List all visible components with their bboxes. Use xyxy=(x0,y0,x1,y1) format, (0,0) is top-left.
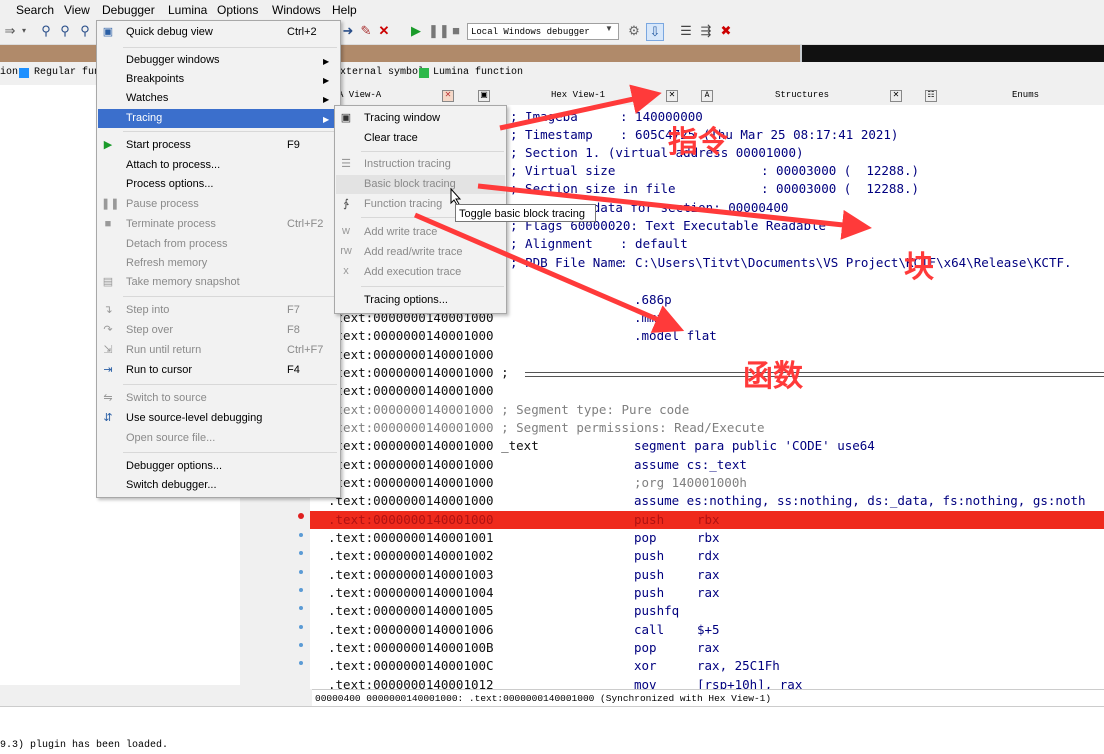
arrow-to-function xyxy=(414,212,685,333)
annotation-arrows xyxy=(414,84,872,333)
annotation-instruction: 指令 xyxy=(668,125,728,160)
arrow-to-instruction xyxy=(499,84,662,131)
arrow-to-block xyxy=(477,183,872,240)
annotation-block: 块 xyxy=(904,250,934,285)
annotation-function: 函数 xyxy=(743,359,803,394)
